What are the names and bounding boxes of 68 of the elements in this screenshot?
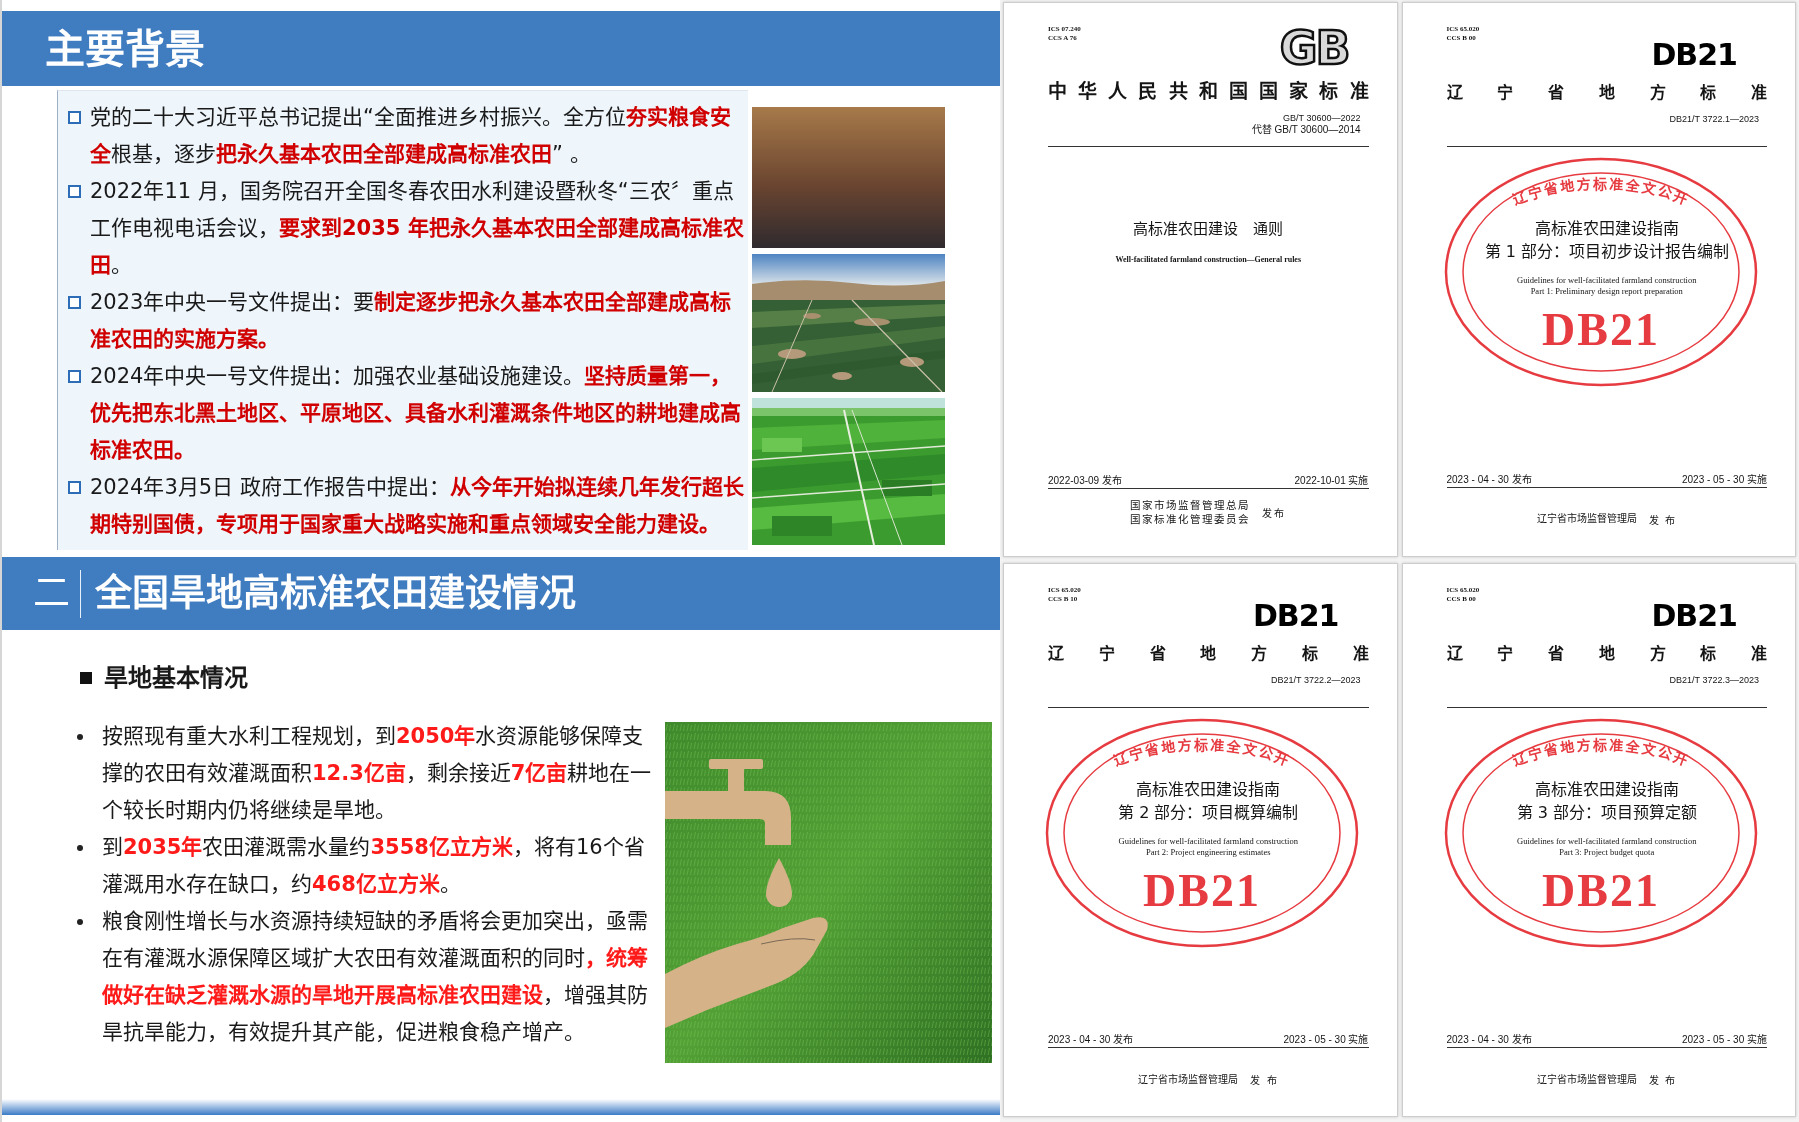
document-title: 第 2 部分：项目概算编制 [1118,801,1299,824]
standard-logo: DB21 [1651,42,1737,68]
bullet-text: 党的二十大习近平总书记提出“全面推进乡村振兴。全方位夯实粮食安全根基，逐步把永久基本农田全部建成高标准农田” 。 [90,104,732,168]
issue-date: 2023 - 04 - 30 发布 [1446,1034,1532,1046]
english-title: Guidelines for well-facilitated farmland construction [1517,835,1697,847]
seal-code: DB21 [1143,864,1261,916]
bullet-text: 到2035年农田灌溉需水量约3558亿立方米，将有16个省灌溉用水存在缺口，约468亿立方米。 [102,834,646,898]
english-title: Part 2: Project engineering estimates [1145,846,1271,858]
standard-category: 中华人民共和国国家标准 [1048,81,1369,103]
standard-logo: DB21 [1651,602,1737,629]
bullet-dot-icon [77,845,83,851]
publish-label: 发 布 [1250,1074,1279,1087]
document-title: 高标准农田建设指南 [1136,778,1281,801]
section-title: 全国旱地高标准农田建设情况 [95,570,576,617]
standard-number: DB21/T 3722.3—2023 [1669,673,1759,686]
square-bullet-icon [68,481,81,494]
english-title: Well-facilitated farmland construction—General rules [1115,254,1301,265]
square-bullet-icon [68,370,81,383]
issue-date: 2023 - 04 - 30 发布 [1446,473,1532,486]
square-bullet-icon [68,185,81,198]
bullet-text: 按照现有重大水利工程规划，到2050年水资源能够保障支撑的农田有效灌溉面积12.3亿亩，剩余接近7亿亩耕地在一个较长时期内仍将继续是旱地。 [102,723,653,824]
seal-code: DB21 [1541,304,1660,355]
square-bullet-icon [80,672,92,684]
document-title: 高标准农田建设指南 [1534,218,1679,240]
bullet-dot-icon [77,919,83,925]
document-title: 第 1 部分：项目初步设计报告编制 [1484,241,1729,263]
bullet-text: 2022年11 月，国务院召开全国冬春农田水利建设暨秋冬“三农〞重点工作电视电话会议，要求到2035 年把永久基本农田全部建成高标准农田。 [90,178,745,279]
effective-date: 2023 - 05 - 30 实施 [1681,1034,1767,1046]
bullet-text: 2024年中央一号文件提出：加强农业基础设施建设。坚持质量第一，优先把东北黑土地区、平原地区、具备水利灌溉条件地区的耕地建成高标准农田。 [90,363,742,464]
standard-number: DB21/T 3722.1—2023 [1669,113,1759,125]
publish-label: 发 布 [1648,1074,1677,1087]
document-title: 高标准农田建设指南 [1534,778,1679,801]
effective-date: 2023 - 05 - 30 实施 [1283,1034,1369,1046]
bullet-text: 2024年3月5日 政府工作报告中提出：从今年开始拟连续几年发行超长期特别国债，专项用于国家重大战略实施和重点领域安全能力建设。 [90,474,745,538]
issuing-authority: 辽宁省市场监督管理局 [1536,512,1637,526]
publish-label: 发布 [1262,507,1287,520]
issuing-authority: 国家标准化管理委员会 [1130,512,1251,527]
square-bullet-icon [68,111,81,124]
standard-number: DB21/T 3722.2—2023 [1271,673,1361,686]
document-title: 第 3 部分：项目预算定额 [1516,801,1697,824]
bullet-text: 粮食刚性增长与水资源持续短缺的矛盾将会更加突出，亟需在有灌溉水源保障区域扩大农田有效灌溉面积的同时，统筹做好在缺乏灌溉水源的旱地开展高标准农田建设，增强其防旱抗旱能力，有效提升其产能，促进粮食稳产增产。 [102,908,649,1046]
slide-title: 主要背景 [45,24,205,73]
standard-logo: GB [1279,27,1349,69]
issuing-authority: 辽宁省市场监督管理局 [1138,1072,1238,1087]
issuing-authority: 辽宁省市场监督管理局 [1536,1072,1637,1087]
bullet-text: 2023年中央一号文件提出：要制定逐步把永久基本农田全部建成高标准农田的实施方案。 [90,289,733,353]
effective-date: 2023 - 05 - 30 实施 [1681,473,1767,486]
square-bullet-icon [68,296,81,309]
standard-category: 辽宁省地方标准 [1048,643,1369,664]
bullet-dot-icon [77,734,83,740]
document-title: 高标准农田建设 通则 [1133,219,1284,239]
seal-code: DB21 [1541,864,1660,916]
effective-date: 2022-10-01 实施 [1294,474,1369,487]
standard-category: 辽宁省地方标准 [1446,643,1767,664]
issue-date: 2023 - 04 - 30 发布 [1048,1034,1134,1046]
standard-logo: DB21 [1252,602,1339,629]
english-title: Part 1: Preliminary design report preparation [1530,286,1683,297]
issue-date: 2022-03-09 发布 [1048,474,1122,487]
issuing-authority: 国家市场监督管理总局 [1130,498,1251,513]
english-title: Part 3: Project budget quota [1559,846,1655,858]
english-title: Guidelines for well-facilitated farmland construction [1517,275,1697,286]
section-number: 二 [33,570,70,617]
standard-number: GB/T 30600—2022 [1283,112,1361,124]
english-title: Guidelines for well-facilitated farmland construction [1118,835,1298,847]
replaces-note: 代替 GB/T 30600—2014 [1251,124,1361,136]
publish-label: 发 布 [1648,513,1677,527]
standard-category: 辽宁省地方标准 [1446,82,1767,103]
subheading: 旱地基本情况 [104,664,248,692]
